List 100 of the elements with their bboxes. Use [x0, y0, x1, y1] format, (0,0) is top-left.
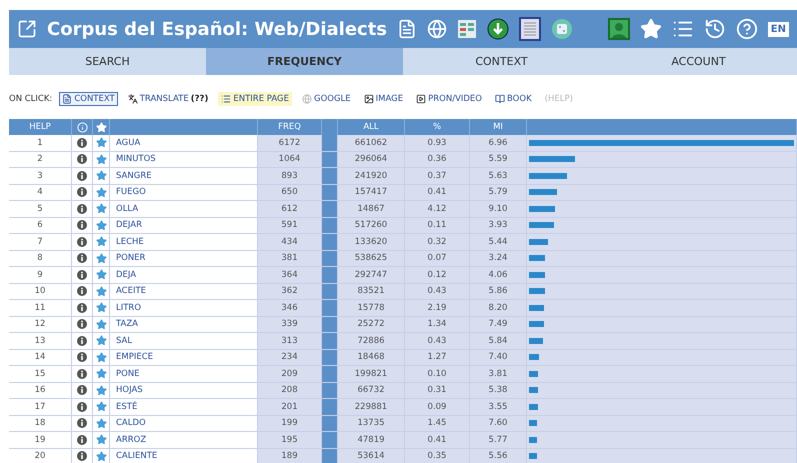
table-cell: 189: [281, 451, 298, 462]
newspaper-icon[interactable]: [519, 17, 542, 41]
info-icon[interactable]: [77, 270, 87, 280]
info-icon[interactable]: [77, 451, 87, 462]
star-icon[interactable]: [96, 368, 106, 380]
star-icon[interactable]: [96, 203, 106, 214]
info-icon[interactable]: [77, 170, 87, 181]
star-icon[interactable]: [96, 236, 106, 248]
click-option[interactable]: IMAGE: [360, 92, 406, 106]
info-icon[interactable]: [77, 418, 87, 428]
table-cell: 650: [281, 187, 298, 198]
click-option[interactable]: PRON/VIDEO: [413, 92, 485, 106]
language-button[interactable]: EN: [768, 22, 789, 36]
click-option[interactable]: CONTEXT: [59, 92, 118, 106]
star-icon[interactable]: [96, 401, 106, 412]
star-icon[interactable]: [96, 154, 106, 165]
word-link[interactable]: SAL: [116, 336, 132, 346]
profile-icon[interactable]: [608, 18, 630, 40]
star-icon[interactable]: [96, 434, 106, 446]
info-icon[interactable]: [77, 402, 87, 412]
word-link[interactable]: LITRO: [116, 302, 142, 313]
table-cell: 1.27: [428, 352, 446, 362]
word-link[interactable]: MINUTOS: [116, 154, 156, 164]
download-icon[interactable]: [487, 18, 510, 40]
star-icon[interactable]: [96, 170, 106, 182]
word-link[interactable]: ESTÉ: [116, 402, 138, 412]
help-icon[interactable]: [736, 18, 758, 40]
word-link[interactable]: SANGRE: [116, 170, 152, 181]
table-cell: 209: [281, 368, 298, 379]
star-icon[interactable]: [96, 335, 106, 346]
info-icon[interactable]: [77, 385, 87, 396]
rank-number: 20: [34, 451, 46, 462]
grid-icon[interactable]: [457, 19, 478, 39]
word-link[interactable]: LECHE: [116, 236, 144, 247]
info-icon[interactable]: [77, 138, 87, 148]
star-icon[interactable]: [96, 318, 106, 330]
star-icon[interactable]: [96, 269, 106, 280]
star-icon[interactable]: [96, 302, 106, 314]
star-icon[interactable]: [96, 186, 106, 198]
info-icon[interactable]: [77, 236, 87, 247]
info-icon[interactable]: [77, 352, 87, 362]
external-link-icon[interactable]: [17, 19, 37, 39]
word-link[interactable]: HOJAS: [116, 385, 143, 396]
info-icon[interactable]: [77, 434, 87, 445]
word-link[interactable]: PONE: [116, 368, 140, 379]
table-cell: 7.60: [488, 418, 508, 428]
info-icon[interactable]: [77, 319, 87, 330]
table-cell: 591: [281, 220, 298, 230]
word-link[interactable]: EMPIECE: [116, 352, 154, 362]
table-cell: 5.38: [488, 385, 508, 396]
word-link[interactable]: FUEGO: [116, 187, 146, 198]
table-cell: 381: [281, 253, 298, 264]
star-icon[interactable]: [96, 384, 106, 396]
info-icon[interactable]: [77, 154, 87, 164]
word-link[interactable]: TAZA: [116, 319, 138, 330]
info-icon[interactable]: [77, 368, 87, 379]
star-icon[interactable]: [96, 252, 106, 264]
word-link[interactable]: AGUA: [116, 138, 140, 148]
table-cell: 208: [281, 385, 298, 396]
nav-tab[interactable]: CONTEXT: [403, 48, 600, 75]
dice-icon[interactable]: [551, 18, 574, 40]
info-icon[interactable]: [77, 220, 87, 230]
site-title: Corpus del Español: Web/Dialects: [47, 18, 388, 40]
word-link[interactable]: PONER: [116, 253, 146, 264]
star-icon[interactable]: [96, 286, 106, 297]
info-icon[interactable]: [77, 286, 87, 296]
table-cell: 296064: [354, 154, 388, 164]
nav-tab[interactable]: ACCOUNT: [600, 48, 797, 75]
click-option[interactable]: TRANSLATE (??): [124, 92, 212, 106]
info-icon[interactable]: [77, 204, 87, 214]
click-option[interactable]: BOOK: [492, 92, 535, 106]
click-option[interactable]: ENTIRE PAGE: [218, 92, 292, 106]
table-cell: 0.11: [428, 220, 446, 230]
star-icon[interactable]: [96, 352, 106, 363]
word-link[interactable]: DEJA: [116, 270, 136, 280]
word-link[interactable]: ARROZ: [116, 434, 146, 445]
word-link[interactable]: ACEITE: [116, 286, 146, 296]
table-cell: 199821: [354, 368, 388, 379]
word-link[interactable]: CALDO: [116, 418, 146, 428]
click-option[interactable]: GOOGLE: [298, 92, 354, 106]
document-icon[interactable]: [397, 19, 418, 39]
info-icon[interactable]: [77, 187, 87, 198]
star-icon[interactable]: [96, 418, 106, 429]
table-cell: 199: [281, 418, 298, 428]
table-cell: 1.34: [428, 319, 446, 330]
word-link[interactable]: OLLA: [116, 204, 138, 214]
star-icon[interactable]: [96, 220, 106, 231]
list-icon: [221, 94, 232, 104]
star-icon[interactable]: [96, 137, 106, 148]
info-icon[interactable]: [77, 302, 87, 313]
table-cell: 0.93: [428, 138, 446, 148]
info-icon[interactable]: [77, 253, 87, 264]
word-link[interactable]: CALIENTE: [116, 451, 158, 462]
history-icon[interactable]: [704, 18, 726, 40]
info-icon[interactable]: [77, 336, 87, 346]
nav-tab[interactable]: SEARCH: [9, 48, 206, 75]
globe-icon[interactable]: [427, 19, 448, 39]
nav-tab[interactable]: FREQUENCY: [206, 48, 403, 75]
word-link[interactable]: DEJAR: [116, 220, 142, 230]
star-icon[interactable]: [96, 450, 106, 462]
